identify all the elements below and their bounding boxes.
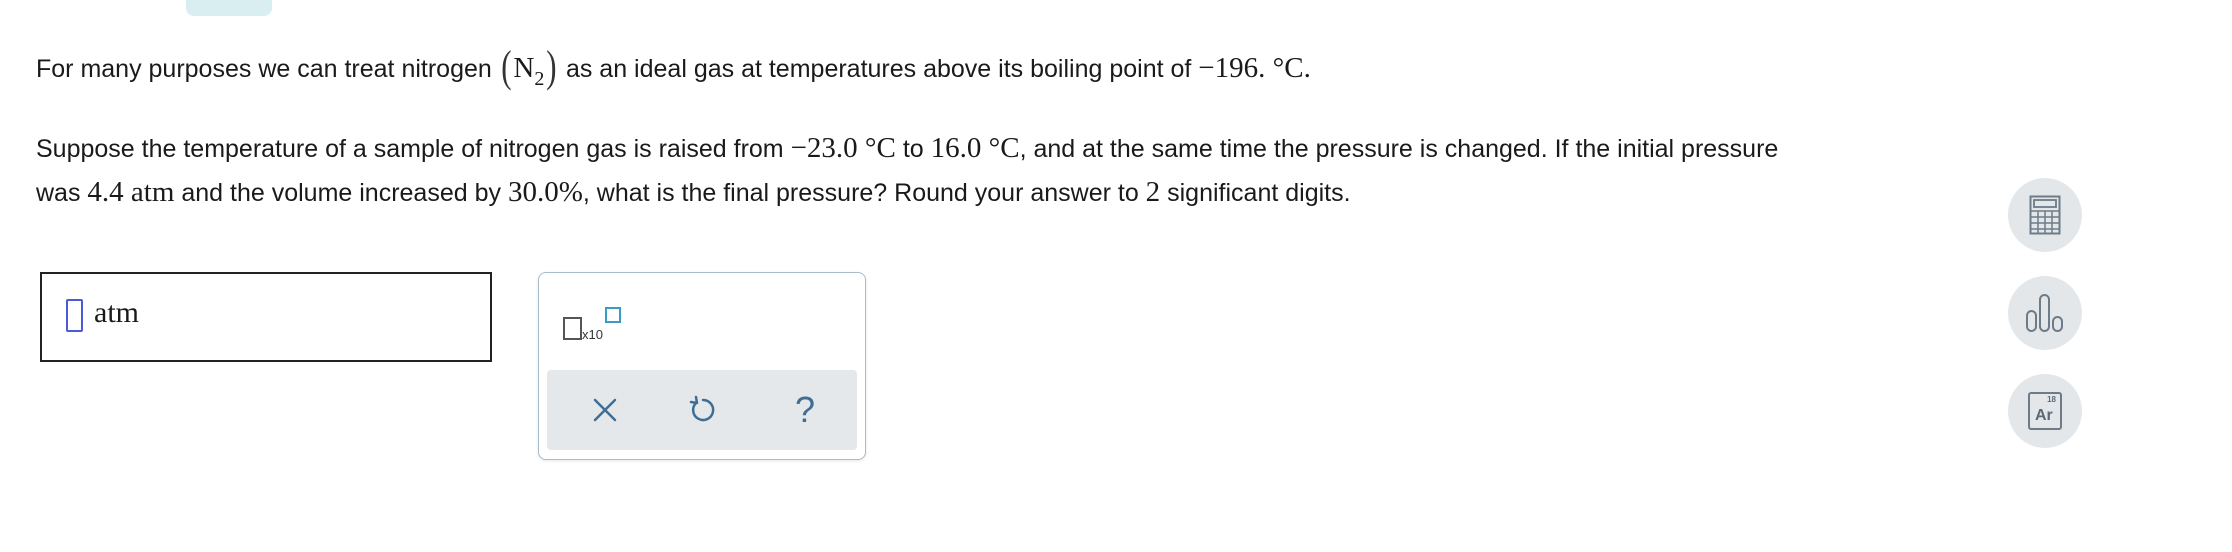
formula-subscript: 2 (534, 68, 545, 90)
calculator-icon (2029, 195, 2061, 235)
question-text: , and at the same time the pressure is c… (1019, 135, 1779, 163)
undo-button[interactable] (681, 388, 725, 432)
question-text: was (36, 179, 88, 207)
question-text: For many purposes we can treat nitrogen (36, 55, 499, 83)
significant-digits: 2 (1145, 176, 1161, 208)
close-icon (593, 398, 617, 422)
question-text: . (1303, 52, 1311, 84)
question-text: and the volume increased by (174, 179, 508, 207)
question-text: as an ideal gas at temperatures above it… (559, 55, 1199, 83)
chemical-formula: N2 (513, 52, 544, 90)
question-text: to (895, 135, 931, 163)
help-button[interactable]: ? (783, 388, 827, 432)
tools-panel: x10 ? (538, 272, 866, 460)
atomic-number: 18 (2047, 395, 2056, 404)
initial-pressure: 4.4 atm (87, 176, 175, 208)
question-text: Suppose the temperature of a sample of n… (36, 135, 791, 163)
element-symbol: Ar (2035, 407, 2053, 424)
periodic-table-icon: 18 Ar (2028, 392, 2062, 430)
initial-temperature: −23.0 °C (790, 132, 896, 164)
answer-unit: atm (94, 296, 139, 329)
final-temperature: 16.0 °C (930, 132, 1020, 164)
undo-icon (689, 395, 715, 422)
left-paren: ( (500, 42, 512, 91)
bar-chart-icon (2026, 294, 2063, 332)
boiling-point-value: −196. °C (1198, 52, 1304, 84)
sci-exponent-box (605, 307, 621, 323)
scientific-notation-button[interactable]: x10 (563, 307, 621, 347)
tools-action-bar: ? (547, 370, 857, 450)
answer-input-slot[interactable] (66, 299, 83, 332)
sci-base-box (563, 317, 582, 340)
question-text: significant digits. (1160, 179, 1351, 207)
question-line-2: Suppose the temperature of a sample of n… (36, 126, 1778, 171)
question-line-3: was 4.4 atm and the volume increased by … (36, 170, 1351, 215)
right-paren: ) (546, 42, 557, 91)
answer-input[interactable]: atm (40, 272, 492, 362)
calculator-button[interactable] (2008, 178, 2082, 252)
question-text: , what is the final pressure? Round your… (582, 179, 1146, 207)
top-tab-indicator (186, 0, 272, 16)
formula-element: N (513, 52, 535, 84)
question-line-1: For many purposes we can treat nitrogen … (36, 42, 1311, 101)
periodic-table-button[interactable]: 18 Ar (2008, 374, 2082, 448)
help-icon: ? (794, 389, 816, 430)
volume-increase: 30.0% (507, 176, 583, 208)
clear-button[interactable] (583, 388, 627, 432)
data-chart-button[interactable] (2008, 276, 2082, 350)
sci-notation-label: x10 (582, 327, 603, 342)
